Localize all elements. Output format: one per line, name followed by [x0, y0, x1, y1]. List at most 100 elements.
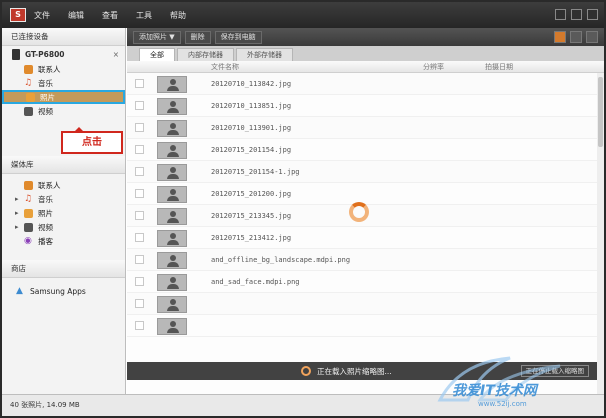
row-checkbox[interactable]: [135, 167, 144, 176]
photo-placeholder-icon: [157, 142, 187, 159]
connected-devices-header: 已连接设备: [2, 28, 125, 46]
row-checkbox[interactable]: [135, 101, 144, 110]
table-row[interactable]: 20120715_201154.jpg: [127, 139, 597, 161]
file-name: 20120715_213345.jpg: [211, 212, 292, 220]
music-icon: ♫: [24, 77, 33, 88]
sidebar-item-label: 音乐: [38, 194, 53, 204]
sidebar-item-device-contacts[interactable]: 联系人: [2, 62, 125, 76]
row-checkbox[interactable]: [135, 145, 144, 154]
watermark-url: www.52ij.com: [478, 400, 527, 408]
file-name: 20120710_113901.jpg: [211, 124, 292, 132]
stop-loading-button[interactable]: 正在停止载入缩略图: [520, 365, 589, 377]
photo-placeholder-icon: [157, 208, 187, 225]
file-name: 20120710_113851.jpg: [211, 102, 292, 110]
sidebar-item-label: 联系人: [38, 64, 61, 74]
column-filename[interactable]: 文件名称: [211, 62, 239, 72]
table-row[interactable]: 20120715_201154-1.jpg: [127, 161, 597, 183]
toolbar: 添加照片 ▼ 删除 保存到电脑: [127, 28, 604, 46]
search-icon[interactable]: [586, 31, 598, 43]
sidebar-item-library-photos[interactable]: ▸ 照片: [2, 206, 125, 220]
table-row[interactable]: and_offline_bg_landscape.mdpi.png: [127, 249, 597, 271]
loading-bar: 正在载入照片缩略图... 正在停止载入缩略图: [127, 362, 597, 380]
music-icon: ♫: [24, 193, 33, 204]
photos-icon: [24, 208, 33, 218]
column-date[interactable]: 拍摄日期: [485, 62, 513, 72]
photo-placeholder-icon: [157, 252, 187, 269]
table-row[interactable]: 20120710_113842.jpg: [127, 73, 597, 95]
row-checkbox[interactable]: [135, 189, 144, 198]
sidebar-item-label: 播客: [38, 236, 53, 246]
table-row[interactable]: 20120710_113851.jpg: [127, 95, 597, 117]
row-checkbox[interactable]: [135, 255, 144, 264]
scrollbar[interactable]: [597, 73, 604, 394]
scroll-thumb[interactable]: [598, 77, 603, 147]
expand-arrow-icon[interactable]: ▸: [15, 195, 19, 203]
video-icon: [24, 222, 33, 232]
expand-arrow-icon[interactable]: ▸: [15, 223, 19, 231]
add-photo-button[interactable]: 添加照片 ▼: [133, 30, 181, 44]
file-list: 20120710_113842.jpg 20120710_113851.jpg 20…: [127, 73, 597, 394]
photo-placeholder-icon: [157, 98, 187, 115]
sidebar-item-label: 照片: [38, 208, 53, 218]
main-panel: 添加照片 ▼ 删除 保存到电脑 全部 内部存储器 外部存储器 文件名称 分辨率 …: [127, 28, 604, 394]
row-checkbox[interactable]: [135, 299, 144, 308]
grid-view-icon[interactable]: [570, 31, 582, 43]
photo-placeholder-icon: [157, 186, 187, 203]
photo-placeholder-icon: [157, 318, 187, 335]
menu-help[interactable]: 帮助: [170, 10, 186, 21]
podcast-icon: ◉: [24, 235, 32, 246]
menu-view[interactable]: 查看: [102, 10, 118, 21]
apps-icon: ▲: [16, 285, 23, 296]
row-checkbox[interactable]: [135, 277, 144, 286]
menu-edit[interactable]: 编辑: [68, 10, 84, 21]
sidebar-item-label: 联系人: [38, 180, 61, 190]
maximize-button[interactable]: [571, 9, 582, 20]
expand-arrow-icon[interactable]: ▸: [15, 209, 19, 217]
sidebar: 已连接设备 GT-P6800 × 联系人 ♫ 音乐 照片 视频 媒体库 联系人 …: [2, 28, 126, 394]
view-toggles: [554, 31, 598, 43]
menu-tools[interactable]: 工具: [136, 10, 152, 21]
sidebar-item-device-music[interactable]: ♫ 音乐: [2, 76, 125, 90]
sidebar-item-device-photos[interactable]: 照片: [2, 90, 125, 104]
tab-all[interactable]: 全部: [139, 48, 175, 61]
table-row[interactable]: 20120710_113901.jpg: [127, 117, 597, 139]
sidebar-item-library-music[interactable]: ▸ ♫ 音乐: [2, 192, 125, 206]
sidebar-item-label: Samsung Apps: [30, 286, 86, 296]
file-name: 20120710_113842.jpg: [211, 80, 292, 88]
device-item[interactable]: GT-P6800 ×: [2, 46, 125, 62]
table-row[interactable]: 20120715_213412.jpg: [127, 227, 597, 249]
sidebar-item-device-video[interactable]: 视频: [2, 104, 125, 118]
table-row[interactable]: [127, 315, 597, 337]
photo-placeholder-icon: [157, 120, 187, 137]
photo-placeholder-icon: [157, 274, 187, 291]
photos-icon: [26, 92, 35, 102]
tab-internal-storage[interactable]: 内部存储器: [177, 48, 234, 61]
file-name: 20120715_201154-1.jpg: [211, 168, 300, 176]
photo-placeholder-icon: [157, 296, 187, 313]
sidebar-item-library-contacts[interactable]: 联系人: [2, 178, 125, 192]
close-button[interactable]: [587, 9, 598, 20]
menu-file[interactable]: 文件: [34, 10, 50, 21]
storage-tabs: 全部 内部存储器 外部存储器: [127, 46, 604, 61]
loading-text: 正在载入照片缩略图...: [317, 367, 392, 376]
photo-placeholder-icon: [157, 230, 187, 247]
table-row[interactable]: and_sad_face.mdpi.png: [127, 271, 597, 293]
sidebar-item-library-podcast[interactable]: ◉ 播客: [2, 234, 125, 248]
library-list: 联系人 ▸ ♫ 音乐 ▸ 照片 ▸ 视频 ◉ 播客: [2, 174, 125, 248]
row-checkbox[interactable]: [135, 123, 144, 132]
disconnect-icon[interactable]: ×: [113, 50, 119, 59]
row-checkbox[interactable]: [135, 79, 144, 88]
row-checkbox[interactable]: [135, 233, 144, 242]
row-checkbox[interactable]: [135, 321, 144, 330]
column-resolution[interactable]: 分辨率: [423, 62, 444, 72]
tab-external-storage[interactable]: 外部存储器: [236, 48, 293, 61]
list-view-icon[interactable]: [554, 31, 566, 43]
sidebar-item-library-video[interactable]: ▸ 视频: [2, 220, 125, 234]
table-row[interactable]: [127, 293, 597, 315]
delete-button[interactable]: 删除: [184, 30, 211, 44]
sidebar-item-samsung-apps[interactable]: ▲ Samsung Apps: [2, 284, 125, 298]
minimize-button[interactable]: [555, 9, 566, 20]
save-to-pc-button[interactable]: 保存到电脑: [214, 30, 262, 44]
row-checkbox[interactable]: [135, 211, 144, 220]
file-name: 20120715_201154.jpg: [211, 146, 292, 154]
